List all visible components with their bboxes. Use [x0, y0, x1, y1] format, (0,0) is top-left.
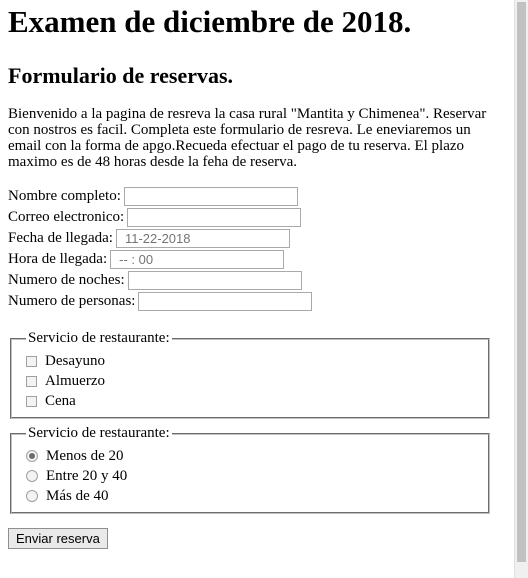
group-size-fieldset: Servicio de restaurante: Menos de 20 Ent…: [10, 425, 490, 514]
arrival-time-label: Hora de llegada:: [8, 251, 108, 267]
arrival-date-row: Fecha de llegada: 11-22-2018: [8, 228, 506, 249]
persons-input[interactable]: [138, 292, 313, 311]
breakfast-option[interactable]: Desayuno: [26, 351, 478, 371]
dinner-checkbox[interactable]: [26, 395, 37, 407]
meal-service-fieldset: Servicio de restaurante: Desayuno Almuer…: [10, 330, 490, 419]
nights-label: Numero de noches:: [8, 272, 125, 288]
name-label: Nombre completo:: [8, 188, 121, 204]
name-row: Nombre completo:: [8, 186, 506, 207]
reservation-form: Nombre completo: Correo electronico: Fec…: [8, 186, 506, 549]
over-40-option[interactable]: Más de 40: [26, 486, 478, 506]
arrival-date-input[interactable]: 11-22-2018: [115, 229, 290, 248]
under-20-radio[interactable]: [26, 450, 38, 462]
breakfast-label: Desayuno: [45, 353, 105, 369]
email-label: Correo electronico:: [8, 209, 125, 225]
nights-row: Numero de noches:: [8, 270, 506, 291]
arrival-time-row: Hora de llegada: -- : 00: [8, 249, 506, 270]
email-input[interactable]: [127, 208, 302, 227]
between-20-40-radio[interactable]: [26, 470, 38, 482]
lunch-checkbox[interactable]: [26, 375, 37, 387]
nights-input[interactable]: [127, 271, 302, 290]
between-20-40-label: Entre 20 y 40: [46, 468, 128, 484]
under-20-label: Menos de 20: [46, 448, 124, 464]
email-row: Correo electronico:: [8, 207, 506, 228]
meal-service-legend: Servicio de restaurante:: [28, 330, 170, 346]
over-40-label: Más de 40: [46, 488, 109, 504]
vertical-scrollbar[interactable]: [514, 0, 528, 578]
arrival-date-label: Fecha de llegada:: [8, 230, 113, 246]
lunch-option[interactable]: Almuerzo: [26, 371, 478, 391]
scrollbar-thumb[interactable]: [517, 2, 526, 562]
page-subtitle: Formulario de reservas.: [8, 63, 234, 88]
page: Examen de diciembre de 2018. Formulario …: [0, 0, 514, 578]
page-title: Examen de diciembre de 2018.: [8, 4, 412, 39]
lunch-label: Almuerzo: [45, 373, 105, 389]
persons-row: Numero de personas:: [8, 291, 506, 312]
persons-label: Numero de personas:: [8, 293, 136, 309]
breakfast-checkbox[interactable]: [26, 355, 37, 367]
dinner-option[interactable]: Cena: [26, 391, 478, 411]
name-input[interactable]: [123, 187, 298, 206]
group-size-legend: Servicio de restaurante:: [28, 425, 170, 441]
submit-button[interactable]: Enviar reserva: [8, 528, 108, 549]
dinner-label: Cena: [45, 393, 76, 409]
arrival-time-input[interactable]: -- : 00: [110, 250, 285, 269]
between-20-40-option[interactable]: Entre 20 y 40: [26, 466, 478, 486]
intro-text: Bienvenido a la pagina de resreva la cas…: [8, 106, 487, 170]
over-40-radio[interactable]: [26, 490, 38, 502]
under-20-option[interactable]: Menos de 20: [26, 446, 478, 466]
